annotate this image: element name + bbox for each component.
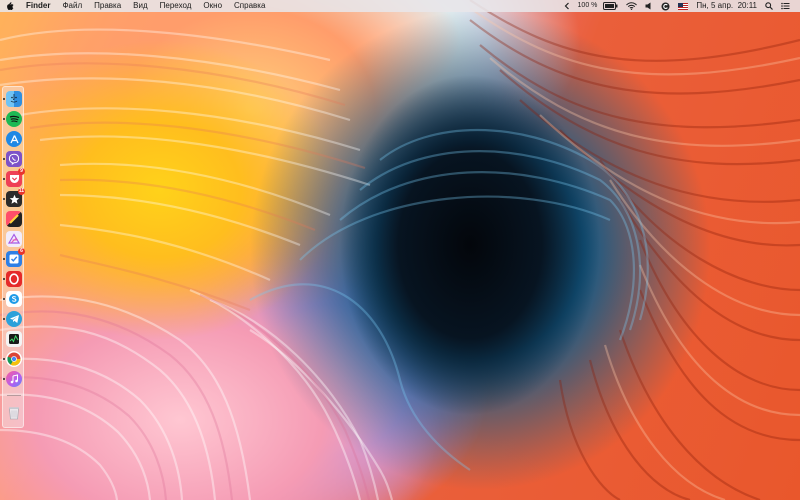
running-indicator [3,318,5,320]
menu-file[interactable]: Файл [56,0,88,12]
pocket-icon [9,175,19,183]
dock-skype[interactable] [3,291,22,307]
dock-affinity[interactable] [6,231,22,247]
menu-go[interactable]: Переход [154,0,198,12]
menu-edit[interactable]: Правка [88,0,127,12]
skype-icon [9,294,19,304]
checkbox-icon [9,254,19,264]
running-indicator [3,258,5,260]
dock-viber[interactable] [3,151,22,167]
input-source-flag-icon[interactable] [674,2,692,10]
slash-icon [9,214,19,224]
notification-badge: 11 [17,188,25,195]
menu-window[interactable]: Окно [197,0,228,12]
dock-opera[interactable] [3,271,22,287]
trash-icon [9,407,19,420]
menu-bar: Finder Файл Правка Вид Переход Окно Спра… [0,0,800,12]
running-indicator [3,98,5,100]
affinity-icon [8,233,20,244]
running-indicator [3,278,5,280]
dock-spotify[interactable] [3,111,22,127]
dock-separator [7,395,21,396]
battery-icon[interactable] [599,2,622,10]
dock-pocket[interactable]: 9 [3,168,25,187]
dock-itunes[interactable] [3,371,22,387]
menubar-datetime[interactable]: Пн, 5 апр. 20:11 [692,0,761,12]
volume-icon[interactable] [641,2,657,10]
running-indicator [3,178,5,180]
notification-center-icon[interactable] [777,2,794,10]
music-note-icon [10,374,18,384]
menu-view[interactable]: Вид [127,0,153,12]
app-store-icon [9,134,19,143]
opera-icon [9,273,19,285]
dock-reeder[interactable]: 11 [3,188,25,207]
menu-app-name[interactable]: Finder [18,0,56,12]
telegram-icon [9,315,19,323]
running-indicator [3,118,5,120]
apple-menu-icon[interactable] [0,1,18,11]
spotify-icon [9,115,19,123]
dock-shortcut[interactable] [6,211,22,227]
finder-icon [10,94,18,103]
dock-chrome[interactable] [3,351,22,367]
running-indicator [3,358,5,360]
dock-app-store[interactable] [6,131,22,147]
dock-finder[interactable] [3,91,22,107]
dock-trash[interactable] [6,405,22,421]
battery-percent[interactable]: 100 % [574,0,600,12]
spotlight-search-icon[interactable] [761,2,777,10]
running-indicator [3,158,5,160]
running-indicator [3,298,5,300]
dock-telegram[interactable] [3,311,22,327]
star-icon [9,194,19,204]
desktop-wallpaper [0,0,800,500]
dock-things[interactable]: 6 [3,248,25,267]
chrome-icon [7,352,21,366]
running-indicator [3,198,5,200]
wifi-icon[interactable] [622,2,641,10]
activity-monitor-icon [9,334,19,344]
notification-badge: 6 [18,248,25,255]
dock: 9 11 6 [2,86,25,428]
viber-icon [8,153,20,165]
dock-activity-monitor[interactable] [6,331,22,347]
notification-badge: 9 [18,168,25,175]
running-indicator [3,378,5,380]
menu-help[interactable]: Справка [228,0,271,12]
sync-icon[interactable] [657,2,674,11]
wallpaper-contour-lines [0,0,800,500]
back-arrow-icon[interactable] [560,2,574,10]
